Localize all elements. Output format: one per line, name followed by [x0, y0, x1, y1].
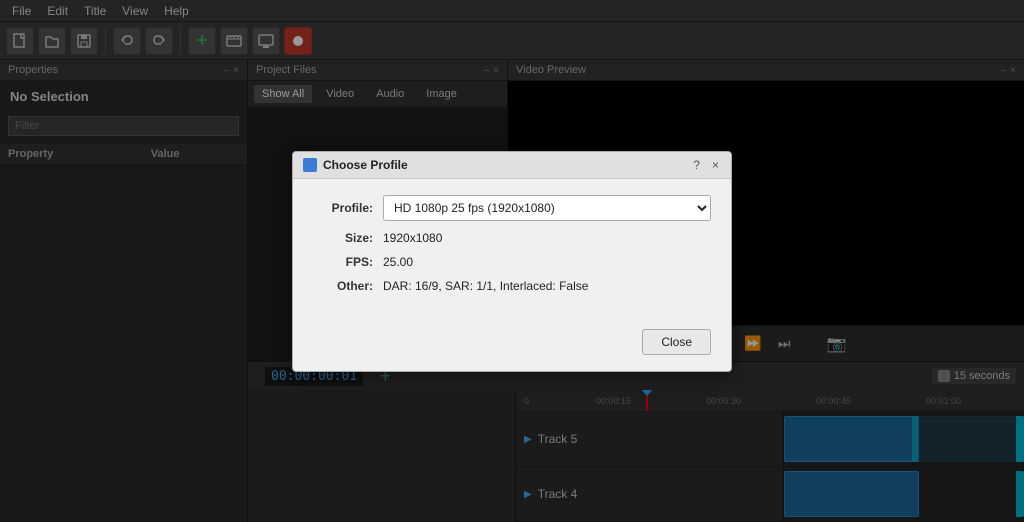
modal-titlebar: Choose Profile ? × [293, 152, 731, 179]
modal-size-value: 1920x1080 [383, 231, 442, 245]
modal-close-btn[interactable]: Close [642, 329, 711, 355]
modal-fps-value: 25.00 [383, 255, 413, 269]
choose-profile-dialog: Choose Profile ? × Profile: HD 1080p 25 … [292, 151, 732, 372]
modal-profile-label: Profile: [313, 201, 373, 215]
modal-overlay: Choose Profile ? × Profile: HD 1080p 25 … [0, 0, 1024, 522]
modal-title-left: Choose Profile [303, 158, 408, 172]
modal-footer: Close [293, 319, 731, 371]
modal-help-button[interactable]: ? [691, 158, 702, 172]
modal-size-label: Size: [313, 231, 373, 245]
modal-other-row: Other: DAR: 16/9, SAR: 1/1, Interlaced: … [313, 279, 711, 293]
modal-profile-row: Profile: HD 1080p 25 fps (1920x1080) [313, 195, 711, 221]
modal-titlebar-buttons: ? × [691, 158, 721, 172]
modal-profile-select[interactable]: HD 1080p 25 fps (1920x1080) [383, 195, 711, 221]
modal-other-value: DAR: 16/9, SAR: 1/1, Interlaced: False [383, 279, 588, 293]
modal-close-button[interactable]: × [710, 158, 721, 172]
modal-title-icon [303, 158, 317, 172]
modal-title-text: Choose Profile [323, 158, 408, 172]
modal-fps-label: FPS: [313, 255, 373, 269]
modal-fps-row: FPS: 25.00 [313, 255, 711, 269]
modal-body: Profile: HD 1080p 25 fps (1920x1080) Siz… [293, 179, 731, 319]
modal-other-label: Other: [313, 279, 373, 293]
modal-size-row: Size: 1920x1080 [313, 231, 711, 245]
